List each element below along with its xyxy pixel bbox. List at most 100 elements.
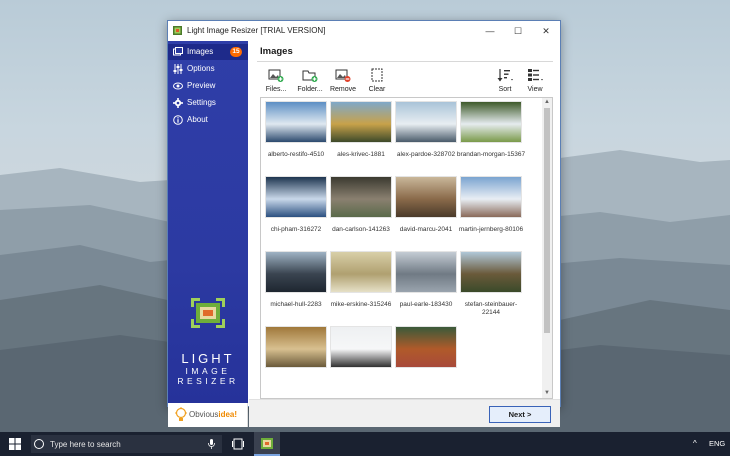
toolbar-label: Files...: [265, 86, 287, 93]
sidebar-item-images[interactable]: Images 15: [168, 44, 248, 60]
thumbnail-caption: alex-pardoe-328702: [396, 151, 456, 158]
vertical-scrollbar[interactable]: ▲ ▼: [542, 98, 552, 398]
brand-logo-icon: [191, 298, 225, 328]
thumbnail-caption: brandan-morgan-15367: [456, 151, 526, 158]
image-thumbnail[interactable]: ales-krivec-1881: [330, 101, 392, 167]
brand-name-line1: LIGHT: [181, 351, 235, 366]
image-thumbnail[interactable]: dan-carlson-141263: [330, 176, 392, 242]
sponsor-suffix: idea!: [218, 410, 238, 419]
toolbar-label: View: [527, 86, 543, 93]
sidebar-item-options[interactable]: Options: [168, 61, 248, 77]
sidebar-item-preview[interactable]: Preview: [168, 78, 248, 94]
brand-name-line3: RESIZER: [177, 376, 239, 386]
sidebar-item-label: Settings: [187, 98, 216, 107]
thumbnail-caption: chi-pham-316272: [270, 226, 322, 233]
thumbnail-caption: paul-earle-183430: [399, 301, 453, 308]
images-icon: [173, 47, 183, 56]
taskbar-search-input[interactable]: Type here to search: [31, 435, 222, 453]
thumbnail-image: [330, 101, 392, 143]
clear-icon: [371, 68, 383, 82]
thumbnail-image: [330, 326, 392, 368]
thumbnail-image: [265, 101, 327, 143]
task-view-icon[interactable]: [232, 438, 244, 450]
thumbnail-image: [460, 101, 522, 143]
thumbnail-image: [265, 326, 327, 368]
image-thumbnail[interactable]: [395, 326, 457, 392]
light-image-resizer-icon: [261, 438, 273, 449]
thumbnail-image: [395, 326, 457, 368]
taskbar-app-light-image-resizer[interactable]: [254, 432, 280, 456]
info-icon: [173, 115, 183, 125]
scroll-up-icon[interactable]: ▲: [542, 98, 552, 107]
sponsor-text: Obviousidea!: [189, 410, 237, 419]
thumbnail-caption: david-marcu-2041: [399, 226, 453, 233]
thumbnail-image: [265, 176, 327, 218]
sidebar-item-about[interactable]: About: [168, 112, 248, 128]
search-placeholder: Type here to search: [50, 440, 121, 449]
sidebar-item-label: About: [187, 115, 208, 124]
app-window: Light Image Resizer [TRIAL VERSION] — ☐ …: [167, 20, 561, 427]
image-count-badge: 15: [230, 47, 242, 57]
image-grid[interactable]: alberto-restifo-4510 ales-krivec-1881 alex…: [260, 97, 553, 399]
toolbar-label: Folder...: [297, 86, 323, 93]
page-title: Images: [260, 46, 293, 57]
image-thumbnail[interactable]: stefan-steinbauer-22144: [460, 251, 522, 317]
sidebar-item-settings[interactable]: Settings: [168, 95, 248, 111]
image-thumbnail[interactable]: david-marcu-2041: [395, 176, 457, 242]
image-thumbnail[interactable]: paul-earle-183430: [395, 251, 457, 317]
maximize-button[interactable]: ☐: [504, 21, 532, 41]
image-thumbnail[interactable]: chi-pham-316272: [265, 176, 327, 242]
remove-image-icon: [335, 69, 351, 82]
obviousidea-logo[interactable]: Obviousidea!: [168, 403, 248, 427]
window-title: Light Image Resizer [TRIAL VERSION]: [187, 26, 326, 35]
footer-bar: Next >: [249, 399, 560, 427]
view-grid-icon: [528, 69, 543, 81]
thumbnail-caption: martin-jernberg-80106: [458, 226, 524, 233]
scroll-down-icon[interactable]: ▼: [542, 389, 552, 398]
image-thumbnail[interactable]: brandan-morgan-15367: [457, 101, 525, 167]
clear-button[interactable]: Clear: [359, 68, 395, 94]
close-button[interactable]: ✕: [532, 21, 560, 41]
thumbnail-caption: ales-krivec-1881: [337, 151, 385, 158]
minimize-button[interactable]: —: [476, 21, 504, 41]
add-folder-button[interactable]: Folder...: [292, 68, 328, 94]
image-thumbnail[interactable]: alex-pardoe-328702: [395, 101, 457, 167]
sidebar-item-label: Options: [187, 64, 215, 73]
microphone-icon[interactable]: [208, 439, 215, 449]
thumbnail-caption: stefan-steinbauer-22144: [464, 301, 518, 316]
image-thumbnail[interactable]: alberto-restifo-4510: [265, 101, 327, 167]
remove-button[interactable]: Remove: [325, 68, 361, 94]
image-thumbnail[interactable]: michael-hull-2283: [265, 251, 327, 317]
lightbulb-icon: [175, 407, 187, 421]
cortana-icon: [34, 439, 44, 449]
image-thumbnail[interactable]: mike-erskine-315246: [330, 251, 392, 317]
thumbnail-image: [395, 251, 457, 293]
sidebar-item-label: Images: [187, 47, 214, 56]
main-panel: Images Files... Folder... Remove Clear S…: [249, 41, 560, 427]
windows-start-icon[interactable]: [9, 438, 21, 450]
divider: [257, 61, 553, 62]
app-icon: [173, 26, 182, 35]
thumbnail-caption: dan-carlson-141263: [332, 226, 390, 233]
gear-icon: [173, 98, 183, 108]
thumbnail-image: [460, 251, 522, 293]
image-thumbnail[interactable]: [265, 326, 327, 392]
add-files-button[interactable]: Files...: [258, 68, 294, 94]
image-thumbnail[interactable]: martin-jernberg-80106: [459, 176, 523, 242]
brand-name-line2: IMAGE: [185, 366, 231, 376]
next-button[interactable]: Next >: [489, 406, 551, 423]
title-bar[interactable]: Light Image Resizer [TRIAL VERSION] — ☐ …: [168, 21, 560, 41]
image-thumbnail[interactable]: [330, 326, 392, 392]
sidebar-item-label: Preview: [187, 81, 216, 90]
tray-chevron-icon[interactable]: ^: [693, 439, 697, 448]
view-button[interactable]: View: [517, 68, 553, 94]
thumbnail-caption: alberto-restifo-4510: [267, 151, 325, 158]
language-indicator[interactable]: ENG: [709, 439, 725, 448]
toolbar-label: Remove: [329, 86, 357, 93]
scrollbar-thumb[interactable]: [544, 108, 550, 333]
folder-icon: [302, 70, 318, 82]
thumbnail-image: [395, 176, 457, 218]
sort-icon: [497, 69, 513, 82]
thumbnail-image: [330, 251, 392, 293]
thumbnail-image: [330, 176, 392, 218]
